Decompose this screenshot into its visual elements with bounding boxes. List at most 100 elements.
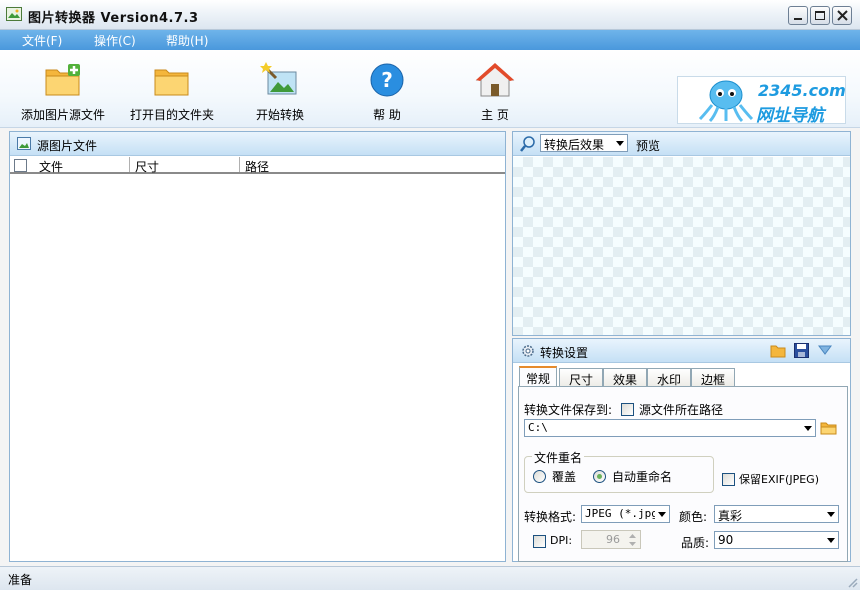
gear-icon [522,345,534,357]
chevron-down-icon [827,512,835,517]
tab-general[interactable]: 常规 [519,366,557,387]
open-dest-button[interactable]: 打开目的文件夹 [117,54,227,122]
ad-brand-bottom: 网址导航 [756,106,824,124]
help-button[interactable]: ? 帮 助 [332,54,442,122]
open-dest-label: 打开目的文件夹 [129,108,214,122]
app-icon [6,7,22,21]
browse-folder-icon[interactable] [820,420,837,435]
resize-grip-icon[interactable] [846,576,858,588]
spin-arrows-icon[interactable] [628,533,637,547]
chevron-down-icon [616,141,624,146]
ad-banner[interactable]: 2345.com 网址导航 [677,76,846,124]
minimize-button[interactable] [788,6,808,25]
save-settings-icon[interactable] [794,343,809,358]
preview-label: 预览 [636,139,661,153]
add-source-button[interactable]: 添加图片源文件 [8,54,118,122]
home-icon [475,63,515,97]
dpi-spinner[interactable]: 96 [581,530,641,549]
svg-text:?: ? [381,68,393,92]
magic-wand-image-icon [260,62,297,95]
overwrite-radio[interactable] [533,470,546,483]
format-label: 转换格式: [524,510,577,524]
tab-border[interactable]: 边框 [691,368,735,387]
chevron-down-icon [658,512,666,517]
quality-select[interactable]: 90 [714,531,839,549]
window-title: 图片转换器 Version4.7.3 [28,11,199,26]
maximize-icon [815,11,825,20]
maximize-button[interactable] [810,6,830,25]
quality-value: 90 [718,533,734,547]
format-value: JPEG (*.jpg [585,507,655,520]
keep-exif-checkbox[interactable] [722,473,735,486]
help-icon: ? [370,63,404,97]
help-label: 帮 助 [373,108,401,122]
rename-group: 文件重名 覆盖 自动重命名 [524,449,714,493]
status-bar: 准备 [0,566,860,590]
status-text: 准备 [8,573,33,587]
preview-canvas [513,157,850,335]
rename-group-label: 文件重名 [532,449,585,466]
minimize-icon [794,18,802,20]
column-divider[interactable] [129,157,130,172]
overwrite-label: 覆盖 [552,470,577,484]
preview-mode-value: 转换后效果 [544,138,605,152]
dpi-value: 96 [606,533,620,546]
home-label: 主 页 [481,108,509,122]
close-icon [837,10,848,21]
magnifier-icon [520,136,535,152]
save-to-label: 转换文件保存到: [524,403,613,417]
source-path-label: 源文件所在路径 [639,403,724,417]
file-table-header: 文件 尺寸 路径 [10,157,505,174]
source-files-title: 源图片文件 [37,139,98,153]
menu-help[interactable]: 帮助(H) [166,32,208,49]
save-path-value: C:\ [528,421,548,434]
title-bar[interactable]: 图片转换器 Version4.7.3 [0,0,860,30]
column-file[interactable]: 文件 [39,158,63,174]
column-size[interactable]: 尺寸 [135,158,159,174]
source-files-header: 源图片文件 [10,132,505,156]
collapse-icon[interactable] [818,345,832,355]
settings-title: 转换设置 [540,346,589,360]
column-divider[interactable] [239,157,240,172]
menu-file[interactable]: 文件(F) [22,32,62,49]
source-files-panel: 源图片文件 文件 尺寸 路径 [9,131,506,562]
add-folder-icon [45,64,80,96]
image-icon [17,137,31,150]
settings-header: 转换设置 [513,339,850,363]
menu-bar: 文件(F) 操作(C) 帮助(H) [0,30,860,50]
preview-panel: 转换后效果 预览 [512,131,851,336]
column-path[interactable]: 路径 [245,158,269,174]
format-select[interactable]: JPEG (*.jpg [581,505,670,523]
open-settings-icon[interactable] [770,343,786,358]
keep-exif-label: 保留EXIF(JPEG) [739,473,819,486]
save-path-select[interactable]: C:\ [524,419,816,437]
tab-watermark[interactable]: 水印 [647,368,691,387]
start-convert-button[interactable]: 开始转换 [225,54,335,122]
file-list[interactable] [10,176,505,561]
auto-rename-radio[interactable] [593,470,606,483]
menu-operate[interactable]: 操作(C) [94,32,136,49]
source-path-checkbox[interactable] [621,403,634,416]
add-source-label: 添加图片源文件 [20,108,105,122]
close-button[interactable] [832,6,852,25]
chevron-down-icon [804,426,812,431]
dpi-label: DPI: [550,534,573,547]
color-label: 颜色: [679,510,708,524]
color-value: 真彩 [718,509,743,523]
chevron-down-icon [827,538,835,543]
folder-icon [154,69,189,96]
octopus-mascot-icon [698,80,754,123]
settings-panel: 转换设置 常规 尺寸 效果 水印 边框 转换文件保存到: 源文件所在路径 C:\ [512,338,851,562]
general-tab-content: 转换文件保存到: 源文件所在路径 C:\ 文件重名 覆盖 自动重命名 保留EXI… [518,386,848,562]
tab-effect[interactable]: 效果 [603,368,647,387]
preview-mode-select[interactable]: 转换后效果 [540,134,628,152]
tab-size[interactable]: 尺寸 [559,368,603,387]
home-button[interactable]: 主 页 [440,54,550,122]
select-all-checkbox[interactable] [14,159,27,172]
quality-label: 品质: [681,536,710,550]
ad-brand-top: 2345.com [758,81,846,100]
auto-rename-label: 自动重命名 [612,470,673,484]
dpi-checkbox[interactable] [533,535,546,548]
color-select[interactable]: 真彩 [714,505,839,523]
preview-header: 转换后效果 预览 [513,132,850,156]
